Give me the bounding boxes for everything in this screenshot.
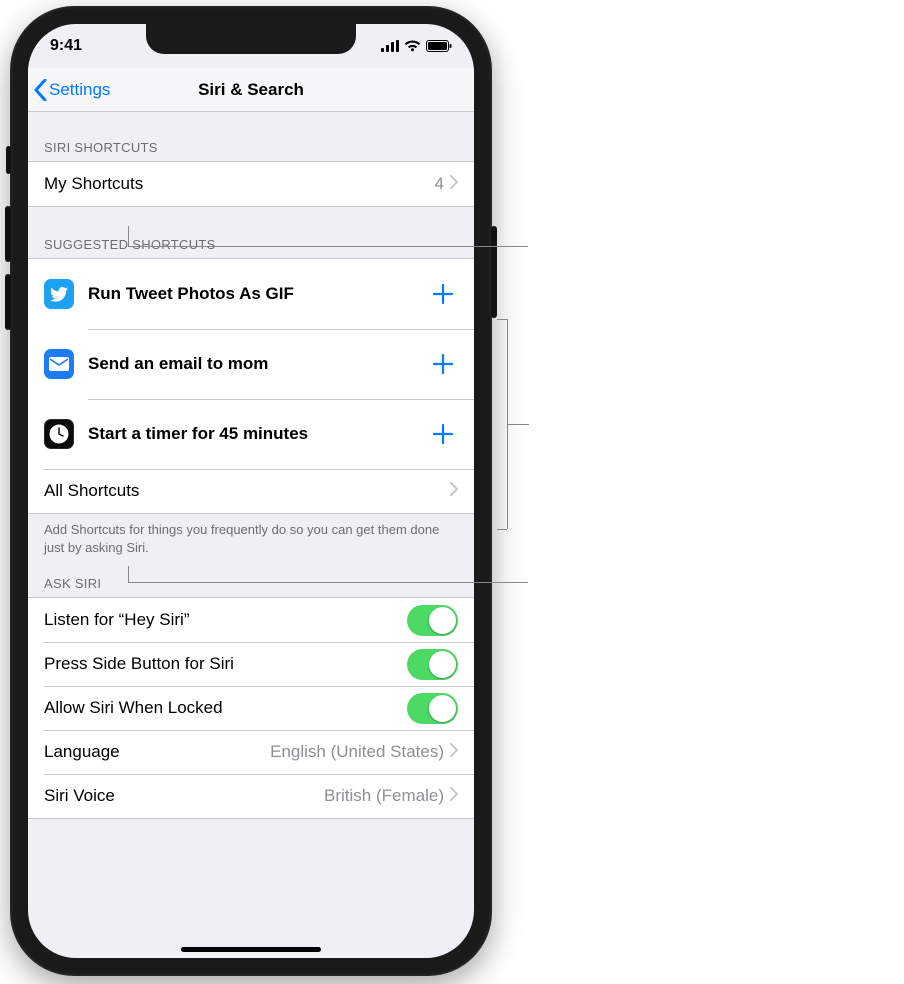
my-shortcuts-label: My Shortcuts: [44, 174, 435, 194]
plus-icon: [432, 353, 454, 375]
status-time: 9:41: [50, 37, 82, 55]
siri-locked-label: Allow Siri When Locked: [44, 698, 407, 718]
cellular-signal-icon: [381, 40, 399, 52]
suggested-shortcut-row[interactable]: Start a timer for 45 minutes: [28, 399, 474, 469]
plus-icon: [432, 423, 454, 445]
suggested-shortcut-row[interactable]: Send an email to mom: [28, 329, 474, 399]
clock-icon: [44, 419, 74, 449]
suggested-shortcuts-footer: Add Shortcuts for things you frequently …: [28, 514, 474, 560]
suggested-shortcut-row[interactable]: Run Tweet Photos As GIF: [28, 259, 474, 329]
battery-icon: [426, 40, 452, 52]
add-shortcut-button[interactable]: [428, 279, 458, 309]
callout-bracket: [497, 319, 507, 320]
nav-title: Siri & Search: [198, 80, 304, 100]
callout-bracket: [497, 529, 507, 530]
my-shortcuts-cell[interactable]: My Shortcuts 4: [28, 162, 474, 206]
twitter-icon: [44, 279, 74, 309]
hey-siri-label: Listen for “Hey Siri”: [44, 610, 407, 630]
settings-scroll[interactable]: Siri Shortcuts My Shortcuts 4 Suggested …: [28, 112, 474, 958]
my-shortcuts-count: 4: [435, 174, 444, 194]
section-header-siri-shortcuts: Siri Shortcuts: [28, 112, 474, 161]
callout-line: [128, 246, 528, 247]
language-cell[interactable]: Language English (United States): [28, 730, 474, 774]
chevron-left-icon: [34, 79, 47, 101]
siri-voice-cell[interactable]: Siri Voice British (Female): [28, 774, 474, 818]
home-indicator[interactable]: [181, 947, 321, 952]
callout-line: [128, 582, 528, 583]
language-value: English (United States): [270, 742, 444, 762]
volume-up-button[interactable]: [5, 206, 11, 262]
press-side-label: Press Side Button for Siri: [44, 654, 407, 674]
nav-bar: Settings Siri & Search: [28, 68, 474, 112]
suggested-shortcut-title: Send an email to mom: [88, 354, 268, 374]
section-header-suggested: Suggested Shortcuts: [28, 207, 474, 258]
add-shortcut-button[interactable]: [428, 419, 458, 449]
mute-switch[interactable]: [6, 146, 11, 174]
chevron-right-icon: [450, 786, 458, 806]
all-shortcuts-cell[interactable]: All Shortcuts: [28, 469, 474, 513]
volume-down-button[interactable]: [5, 274, 11, 330]
chevron-right-icon: [450, 481, 458, 501]
section-header-ask-siri: Ask Siri: [28, 560, 474, 597]
hey-siri-cell: Listen for “Hey Siri”: [28, 598, 474, 642]
siri-voice-value: British (Female): [324, 786, 444, 806]
callout-line: [507, 424, 529, 425]
notch: [146, 24, 356, 54]
press-side-toggle[interactable]: [407, 649, 458, 680]
language-label: Language: [44, 742, 270, 762]
all-shortcuts-label: All Shortcuts: [44, 481, 450, 501]
siri-locked-toggle[interactable]: [407, 693, 458, 724]
chevron-right-icon: [450, 174, 458, 194]
chevron-right-icon: [450, 742, 458, 762]
nav-back-label: Settings: [49, 80, 110, 100]
mail-icon: [44, 349, 74, 379]
callout-line: [128, 226, 129, 246]
callout-line: [128, 566, 129, 582]
nav-back-button[interactable]: Settings: [34, 68, 110, 111]
wifi-icon: [404, 40, 421, 52]
iphone-frame: 9:41 Settings Siri & Search Siri: [10, 6, 492, 976]
suggested-shortcut-title: Run Tweet Photos As GIF: [88, 284, 294, 304]
add-shortcut-button[interactable]: [428, 349, 458, 379]
side-power-button[interactable]: [491, 226, 497, 318]
press-side-cell: Press Side Button for Siri: [28, 642, 474, 686]
plus-icon: [432, 283, 454, 305]
siri-locked-cell: Allow Siri When Locked: [28, 686, 474, 730]
siri-voice-label: Siri Voice: [44, 786, 324, 806]
hey-siri-toggle[interactable]: [407, 605, 458, 636]
suggested-shortcut-title: Start a timer for 45 minutes: [88, 424, 308, 444]
